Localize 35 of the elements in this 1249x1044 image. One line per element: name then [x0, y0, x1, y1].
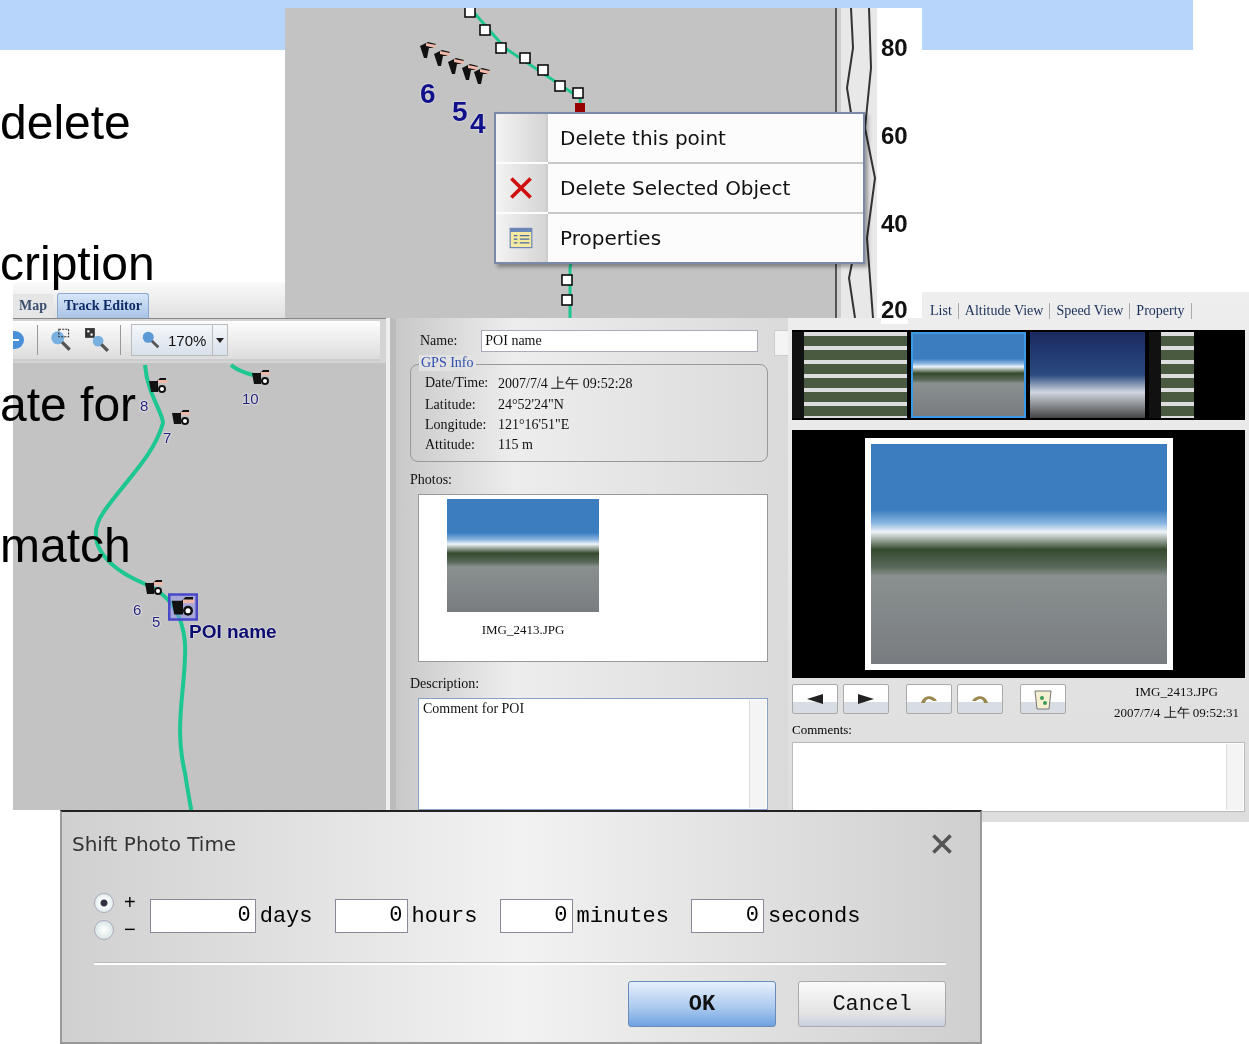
slide-text: cription — [0, 236, 155, 292]
point-number: 6 — [420, 78, 436, 110]
marker-number: 7 — [163, 429, 172, 446]
unit-label: minutes — [576, 903, 669, 929]
dialog-title: Shift Photo Time — [72, 832, 237, 856]
field-label: Date/Time: — [425, 375, 490, 392]
marker-number: 5 — [152, 613, 161, 630]
file-name: IMG_2413.JPG — [1135, 684, 1218, 700]
poi-label: POI name — [189, 621, 277, 643]
name-label: Name: — [420, 333, 458, 349]
group-title: GPS Info — [419, 355, 476, 371]
photo-caption: IMG_2413.JPG — [481, 622, 565, 638]
slide-text: delete — [0, 95, 131, 151]
description-label: Description: — [410, 676, 481, 692]
photo-date: 2007/7/4 上午 09:52:31 — [1114, 704, 1239, 722]
comments-label: Comments: — [792, 722, 853, 738]
photos-label: Photos: — [410, 472, 453, 488]
field-label: Longitude: — [425, 417, 488, 433]
point-number: 4 — [470, 108, 486, 140]
unit-label: seconds — [767, 903, 861, 929]
marker-number: 6 — [133, 601, 142, 618]
field-value: 2007/7/4 上午 09:52:28 — [498, 375, 633, 393]
point-number: 5 — [452, 96, 468, 128]
field-label: Attitude: — [425, 437, 476, 453]
marker-number: 8 — [140, 397, 149, 414]
field-label: Latitude: — [425, 397, 477, 413]
slide-text: ate for — [0, 377, 137, 433]
radio-label: − — [124, 918, 136, 941]
field-value: 121°16'51"E — [498, 417, 570, 433]
unit-label: hours — [411, 903, 478, 929]
radio-label: + — [124, 891, 136, 914]
field-value: 24°52'24"N — [498, 397, 564, 413]
marker-number: 10 — [242, 390, 259, 407]
unit-label: days — [259, 903, 313, 929]
field-value: 115 m — [498, 437, 533, 453]
